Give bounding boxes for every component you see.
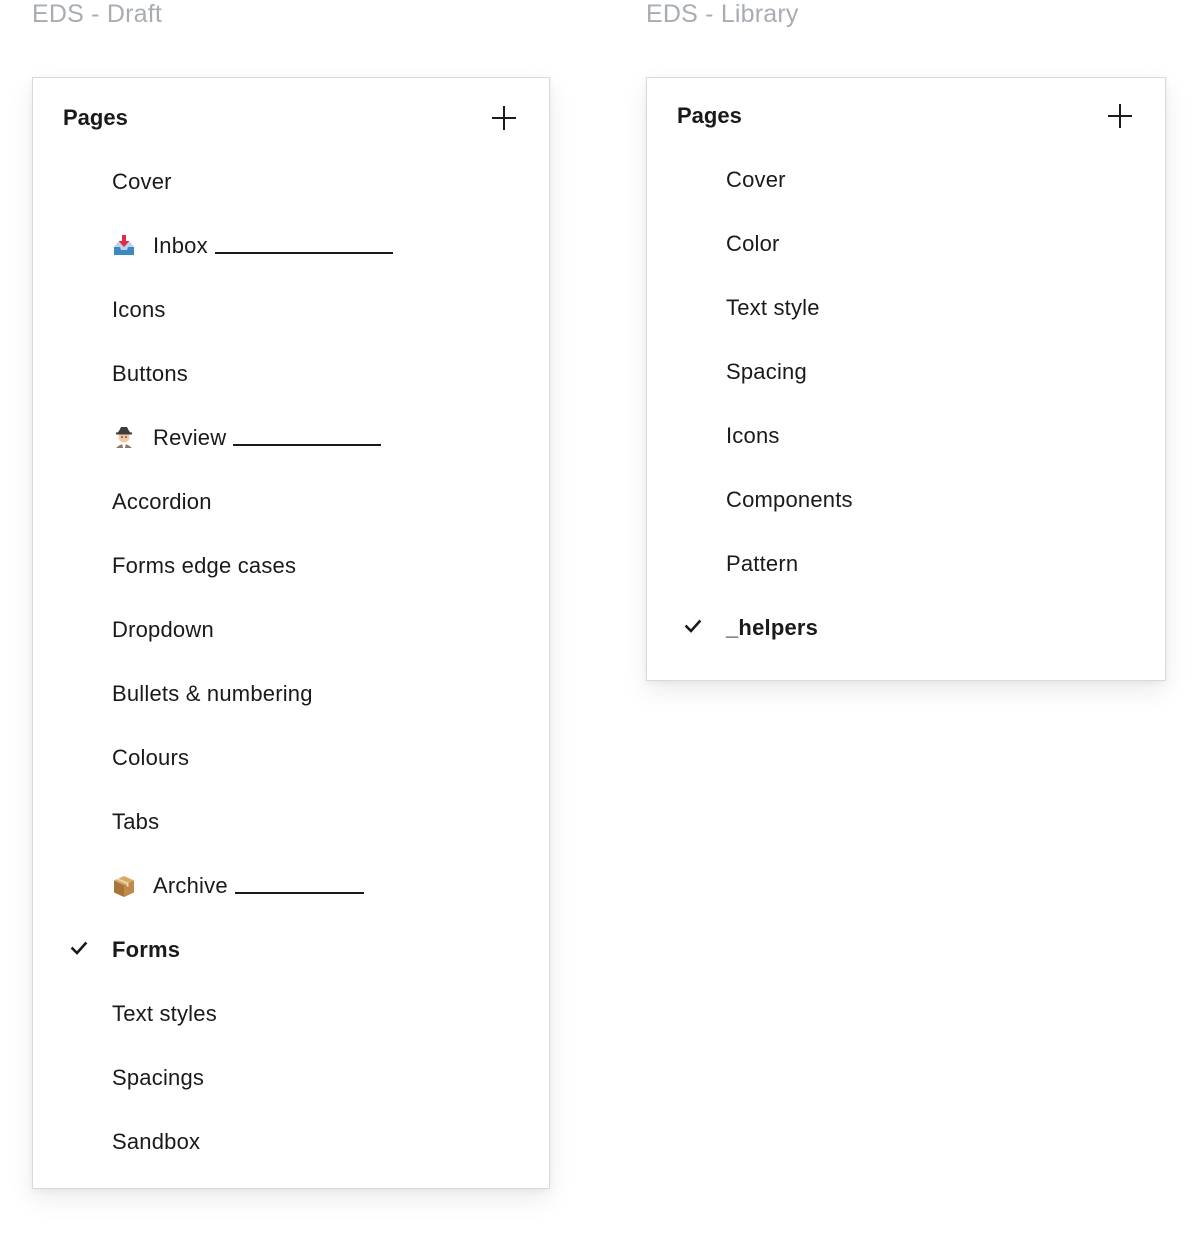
page-item-label: Colours xyxy=(112,745,190,770)
library-page-item-spacing[interactable]: Spacing xyxy=(647,340,1165,404)
draft-page-item-text-styles[interactable]: Text styles xyxy=(33,982,549,1046)
draft-page-item-tabs[interactable]: Tabs xyxy=(33,790,549,854)
page-item-content: Forms xyxy=(112,934,180,966)
page-item-content: Accordion xyxy=(112,486,212,518)
page-item-label: Forms edge cases xyxy=(112,553,297,578)
draft-add-page-button[interactable] xyxy=(491,105,517,131)
page-item-label: Spacing xyxy=(726,359,807,384)
library-pages-header: Pages xyxy=(677,100,1135,132)
library-pages-panel: Pages Cover Color Text style Spacing Icons Co… xyxy=(646,77,1166,681)
page-item-content: Tabs xyxy=(112,806,159,838)
page-item-content: Text styles xyxy=(112,998,217,1030)
checkmark-icon xyxy=(683,616,703,636)
page-item-content: Spacings xyxy=(112,1062,204,1094)
page-item-content: Review xyxy=(111,422,382,454)
page-item-content: Components xyxy=(726,484,853,516)
page-item-label: Sandbox xyxy=(112,1129,201,1154)
draft-page-item-bullets-and-numbering[interactable]: Bullets & numbering xyxy=(33,662,549,726)
page-item-content: _helpers xyxy=(726,612,818,644)
draft-pages-title: Pages xyxy=(63,105,128,130)
library-pages-title: Pages xyxy=(677,103,742,128)
page-item-content: Cover xyxy=(726,164,786,196)
page-item-label: Archive xyxy=(153,873,228,898)
draft-page-item-forms-edge-cases[interactable]: Forms edge cases xyxy=(33,534,549,598)
page-item-label: Components xyxy=(726,487,853,512)
inbox-tray-icon xyxy=(111,233,137,259)
draft-page-item-sandbox[interactable]: Sandbox xyxy=(33,1110,549,1174)
page-item-content: Archive xyxy=(112,870,364,902)
page-item-label: Pattern xyxy=(726,551,799,576)
page-item-label: Inbox xyxy=(153,233,208,258)
draft-file-title: EDS - Draft xyxy=(32,0,162,28)
page-item-label: Spacings xyxy=(112,1065,205,1090)
page-item-content: Spacing xyxy=(726,356,807,388)
page-item-label: Cover xyxy=(726,167,786,192)
library-page-list: Cover Color Text style Spacing Icons Componen… xyxy=(647,148,1165,660)
page-item-content: Pattern xyxy=(726,548,798,580)
library-page-item-pattern[interactable]: Pattern xyxy=(647,532,1165,596)
draft-page-item-colours[interactable]: Colours xyxy=(33,726,549,790)
library-page-item-color[interactable]: Color xyxy=(647,212,1165,276)
draft-pages-panel: Pages Cover Inbox Icons Buttons Review Accord… xyxy=(32,77,550,1189)
page-item-content: Bullets & numbering xyxy=(112,678,313,710)
draft-page-item-spacings[interactable]: Spacings xyxy=(33,1046,549,1110)
draft-page-item-archive[interactable]: Archive xyxy=(33,854,549,918)
page-item-label: Bullets & numbering xyxy=(112,681,313,706)
page-item-label: Text style xyxy=(726,295,820,320)
page-item-label: Icons xyxy=(726,423,780,448)
checkmark-icon xyxy=(69,938,89,958)
page-item-label: Icons xyxy=(112,297,166,322)
page-item-content: Icons xyxy=(112,294,166,326)
page-item-label: Buttons xyxy=(112,361,189,386)
draft-page-item-buttons[interactable]: Buttons xyxy=(33,342,549,406)
page-item-content: Sandbox xyxy=(112,1126,200,1158)
page-item-content: Colours xyxy=(112,742,189,774)
page-item-label: Color xyxy=(726,231,780,256)
package-icon xyxy=(111,873,137,899)
library-page-item-cover[interactable]: Cover xyxy=(647,148,1165,212)
section-divider-line xyxy=(214,252,393,254)
draft-page-list: Cover Inbox Icons Buttons Review Accordion For… xyxy=(33,150,549,1174)
draft-page-item-icons[interactable]: Icons xyxy=(33,278,549,342)
page-item-content: Color xyxy=(726,228,780,260)
library-file-title: EDS - Library xyxy=(646,0,799,28)
library-page-item-components[interactable]: Components xyxy=(647,468,1165,532)
page-item-label: Cover xyxy=(112,169,172,194)
page-item-content: Buttons xyxy=(112,358,188,390)
page-item-content: Cover xyxy=(112,166,172,198)
page-item-content: Forms edge cases xyxy=(112,550,296,582)
detective-icon xyxy=(111,425,137,451)
draft-page-item-forms[interactable]: Forms xyxy=(33,918,549,982)
draft-page-item-review[interactable]: Review xyxy=(33,406,549,470)
page-item-label: Forms xyxy=(112,937,181,962)
page-item-label: Review xyxy=(153,425,227,450)
draft-page-item-cover[interactable]: Cover xyxy=(33,150,549,214)
library-page-item-helpers[interactable]: _helpers xyxy=(647,596,1165,660)
page-item-label: _helpers xyxy=(726,615,819,640)
library-page-item-icons[interactable]: Icons xyxy=(647,404,1165,468)
section-divider-line xyxy=(233,444,382,446)
page-item-label: Accordion xyxy=(112,489,212,514)
draft-page-item-accordion[interactable]: Accordion xyxy=(33,470,549,534)
draft-page-item-dropdown[interactable]: Dropdown xyxy=(33,598,549,662)
page-item-label: Dropdown xyxy=(112,617,214,642)
page-item-label: Tabs xyxy=(112,809,160,834)
page-item-content: Inbox xyxy=(112,230,393,262)
draft-pages-header: Pages xyxy=(63,102,519,134)
draft-page-item-inbox[interactable]: Inbox xyxy=(33,214,549,278)
page-item-label: Text styles xyxy=(112,1001,217,1026)
page-item-content: Dropdown xyxy=(112,614,214,646)
library-add-page-button[interactable] xyxy=(1107,103,1133,129)
section-divider-line xyxy=(234,892,364,894)
page-item-content: Text style xyxy=(726,292,820,324)
library-page-item-text-style[interactable]: Text style xyxy=(647,276,1165,340)
page-item-content: Icons xyxy=(726,420,780,452)
